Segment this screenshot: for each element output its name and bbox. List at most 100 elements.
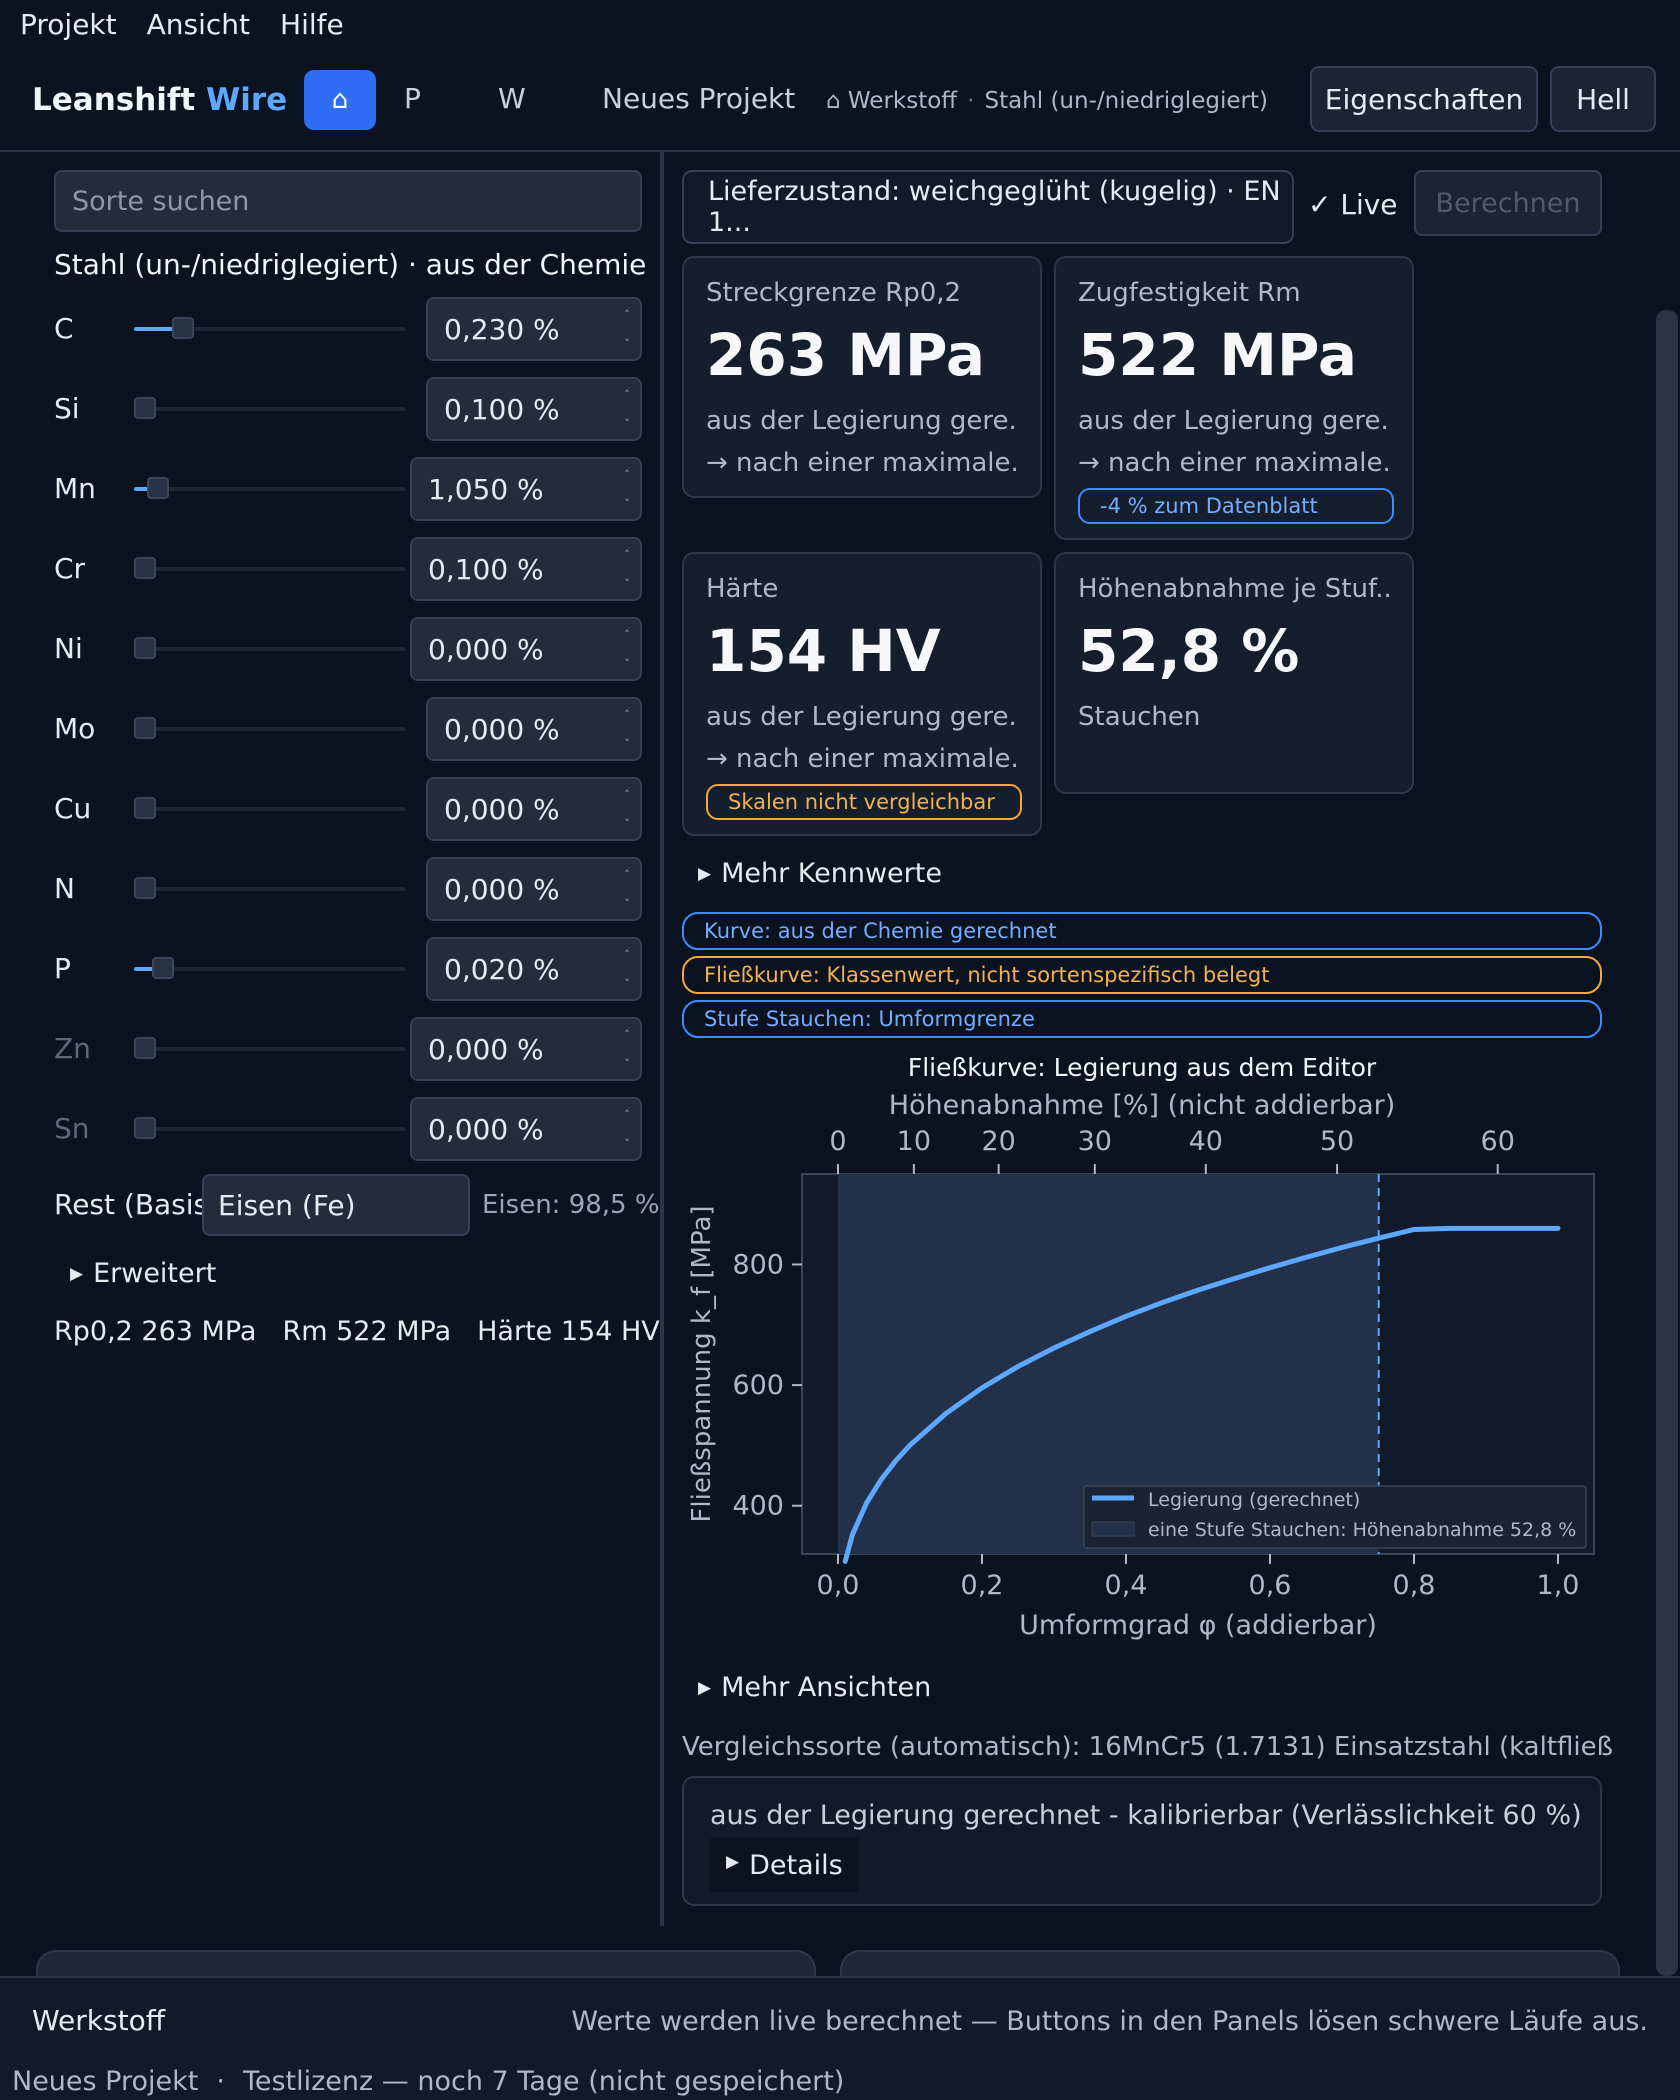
- element-value-input[interactable]: 0,000 % ˄ ˅: [410, 1017, 642, 1081]
- element-value: 0,100 %: [428, 552, 544, 586]
- spinner-arrows-icon[interactable]: ˄ ˅: [620, 469, 634, 509]
- chart-y-axis-label: Fließspannung k_f [MPa]: [687, 1205, 717, 1522]
- element-value: 0,000 %: [444, 792, 560, 826]
- element-slider[interactable]: [134, 637, 406, 659]
- nav-w-button[interactable]: W: [498, 82, 526, 115]
- y-axis-tick-label: 600: [732, 1370, 784, 1401]
- slider-thumb[interactable]: [152, 957, 174, 979]
- slider-thumb[interactable]: [134, 397, 156, 419]
- slider-thumb[interactable]: [134, 557, 156, 579]
- kpi-title: Härte: [706, 574, 779, 604]
- element-value: 0,020 %: [444, 952, 560, 986]
- element-label: P: [54, 952, 71, 985]
- element-value-input[interactable]: 0,000 % ˄ ˅: [410, 617, 642, 681]
- element-label: Cr: [54, 552, 86, 585]
- spinner-arrows-icon[interactable]: ˄ ˅: [620, 549, 634, 589]
- datasheet-delta-badge[interactable]: -4 % zum Datenblatt: [1078, 488, 1394, 524]
- spinner-arrows-icon[interactable]: ˄ ˅: [620, 709, 634, 749]
- nav-p-button[interactable]: P: [404, 82, 421, 115]
- element-value-input[interactable]: 0,000 % ˄ ˅: [426, 777, 642, 841]
- slider-thumb[interactable]: [134, 717, 156, 739]
- slider-thumb[interactable]: [172, 317, 194, 339]
- slider-thumb[interactable]: [134, 797, 156, 819]
- reliability-panel: aus der Legierung gerechnet - kalibrierb…: [682, 1776, 1602, 1906]
- rest-label: Rest (Basis): [54, 1188, 220, 1221]
- element-slider[interactable]: [134, 317, 406, 339]
- element-slider[interactable]: [134, 1117, 406, 1139]
- slider-thumb[interactable]: [134, 877, 156, 899]
- x-axis-tick-label: 0,4: [1105, 1570, 1148, 1601]
- element-value: 0,000 %: [428, 1032, 544, 1066]
- element-slider[interactable]: [134, 477, 406, 499]
- element-value-input[interactable]: 0,000 % ˄ ˅: [426, 857, 642, 921]
- element-slider[interactable]: [134, 717, 406, 739]
- menu-projekt[interactable]: Projekt: [20, 8, 117, 41]
- calculate-button[interactable]: Berechnen: [1414, 170, 1602, 236]
- element-slider[interactable]: [134, 877, 406, 899]
- element-slider[interactable]: [134, 797, 406, 819]
- chart-x-axis-label: Umformgrad φ (addierbar): [1019, 1610, 1377, 1641]
- kpi-card-yield: Streckgrenze Rp0,2 263 MPa aus der Legie…: [682, 256, 1042, 498]
- rest-base-select[interactable]: Eisen (Fe): [202, 1174, 470, 1236]
- element-slider[interactable]: [134, 397, 406, 419]
- slider-thumb[interactable]: [134, 637, 156, 659]
- spinner-arrows-icon[interactable]: ˄ ˅: [620, 869, 634, 909]
- more-views-toggle[interactable]: ▶ Mehr Ansichten: [698, 1672, 931, 1703]
- spinner-arrows-icon[interactable]: ˄ ˅: [620, 1109, 634, 1149]
- home-button[interactable]: ⌂: [304, 70, 376, 130]
- element-value-input[interactable]: 0,000 % ˄ ˅: [410, 1097, 642, 1161]
- top-axis-tick-label: 40: [1189, 1126, 1223, 1157]
- element-value: 1,050 %: [428, 472, 544, 506]
- panel-divider[interactable]: [660, 152, 664, 1926]
- notice-pill-flowcurve[interactable]: Fließkurve: Klassenwert, nicht sortenspe…: [682, 956, 1602, 994]
- kpi-card-tensile: Zugfestigkeit Rm 522 MPa aus der Legieru…: [1054, 256, 1414, 540]
- spinner-arrows-icon[interactable]: ˄ ˅: [620, 949, 634, 989]
- kpi-title: Streckgrenze Rp0,2: [706, 278, 962, 308]
- spinner-arrows-icon[interactable]: ˄ ˅: [620, 309, 634, 349]
- kpi-value: 522 MPa: [1078, 321, 1358, 389]
- menu-hilfe[interactable]: Hilfe: [280, 8, 344, 41]
- flow-curve-chart: Fließkurve: Legierung aus dem Editor Höhe…: [687, 1053, 1595, 1641]
- element-slider[interactable]: [134, 557, 406, 579]
- element-value-input[interactable]: 0,020 % ˄ ˅: [426, 937, 642, 1001]
- spinner-arrows-icon[interactable]: ˄ ˅: [620, 1029, 634, 1069]
- status-license: Testlizenz — noch 7 Tage (nicht gespeich…: [242, 2066, 845, 2097]
- theme-toggle-button[interactable]: Hell: [1550, 66, 1656, 132]
- spinner-arrows-icon[interactable]: ˄ ˅: [620, 389, 634, 429]
- element-value-input[interactable]: 0,100 % ˄ ˅: [410, 537, 642, 601]
- notice-pill-stage[interactable]: Stufe Stauchen: Umformgrenze: [682, 1000, 1602, 1038]
- element-value: 0,000 %: [444, 712, 560, 746]
- notice-pill-curve[interactable]: Kurve: aus der Chemie gerechnet: [682, 912, 1602, 950]
- element-slider[interactable]: [134, 957, 406, 979]
- advanced-toggle[interactable]: ▶ Erweitert: [70, 1258, 216, 1289]
- element-value-input[interactable]: 0,100 % ˄ ˅: [426, 377, 642, 441]
- details-toggle[interactable]: ▶ Details: [710, 1838, 859, 1892]
- breadcrumb-root[interactable]: ⌂ Werkstoff: [826, 88, 957, 114]
- element-slider[interactable]: [134, 1037, 406, 1059]
- element-value: 0,000 %: [428, 632, 544, 666]
- slider-thumb[interactable]: [147, 477, 169, 499]
- more-values-toggle[interactable]: ▶ Mehr Kennwerte: [698, 858, 942, 889]
- new-project-button[interactable]: Neues Projekt: [602, 82, 795, 115]
- summary-rm: Rm 522 MPa: [282, 1316, 452, 1347]
- spinner-arrows-icon[interactable]: ˄ ˅: [620, 629, 634, 669]
- slider-thumb[interactable]: [134, 1037, 156, 1059]
- menu-ansicht[interactable]: Ansicht: [147, 8, 250, 41]
- scrollbar[interactable]: [1656, 310, 1678, 1976]
- element-value-input[interactable]: 0,000 % ˄ ˅: [426, 697, 642, 761]
- status-info: Werte werden live berechnet — Buttons in…: [571, 2006, 1648, 2037]
- kpi-note: aus der Legierung gere... → nach einer m…: [706, 400, 1018, 484]
- element-label: Sn: [54, 1112, 90, 1145]
- spinner-arrows-icon[interactable]: ˄ ˅: [620, 789, 634, 829]
- triangle-right-icon: ▶: [70, 1264, 84, 1284]
- delivery-state-select[interactable]: Lieferzustand: weichgeglüht (kugelig) · …: [682, 170, 1294, 244]
- element-value-input[interactable]: 0,230 % ˄ ˅: [426, 297, 642, 361]
- kpi-card-hardness: Härte 154 HV aus der Legierung gere... →…: [682, 552, 1042, 836]
- element-value-input[interactable]: 1,050 % ˄ ˅: [410, 457, 642, 521]
- live-toggle[interactable]: ✓ Live: [1308, 188, 1398, 221]
- scale-warning-badge[interactable]: Skalen nicht vergleichbar: [706, 784, 1022, 820]
- slider-thumb[interactable]: [134, 1117, 156, 1139]
- properties-button[interactable]: Eigenschaften: [1310, 66, 1538, 132]
- search-input[interactable]: Sorte suchen: [54, 170, 642, 232]
- property-summary: Rp0,2 263 MPa Rm 522 MPa Härte 154 HV: [54, 1316, 660, 1347]
